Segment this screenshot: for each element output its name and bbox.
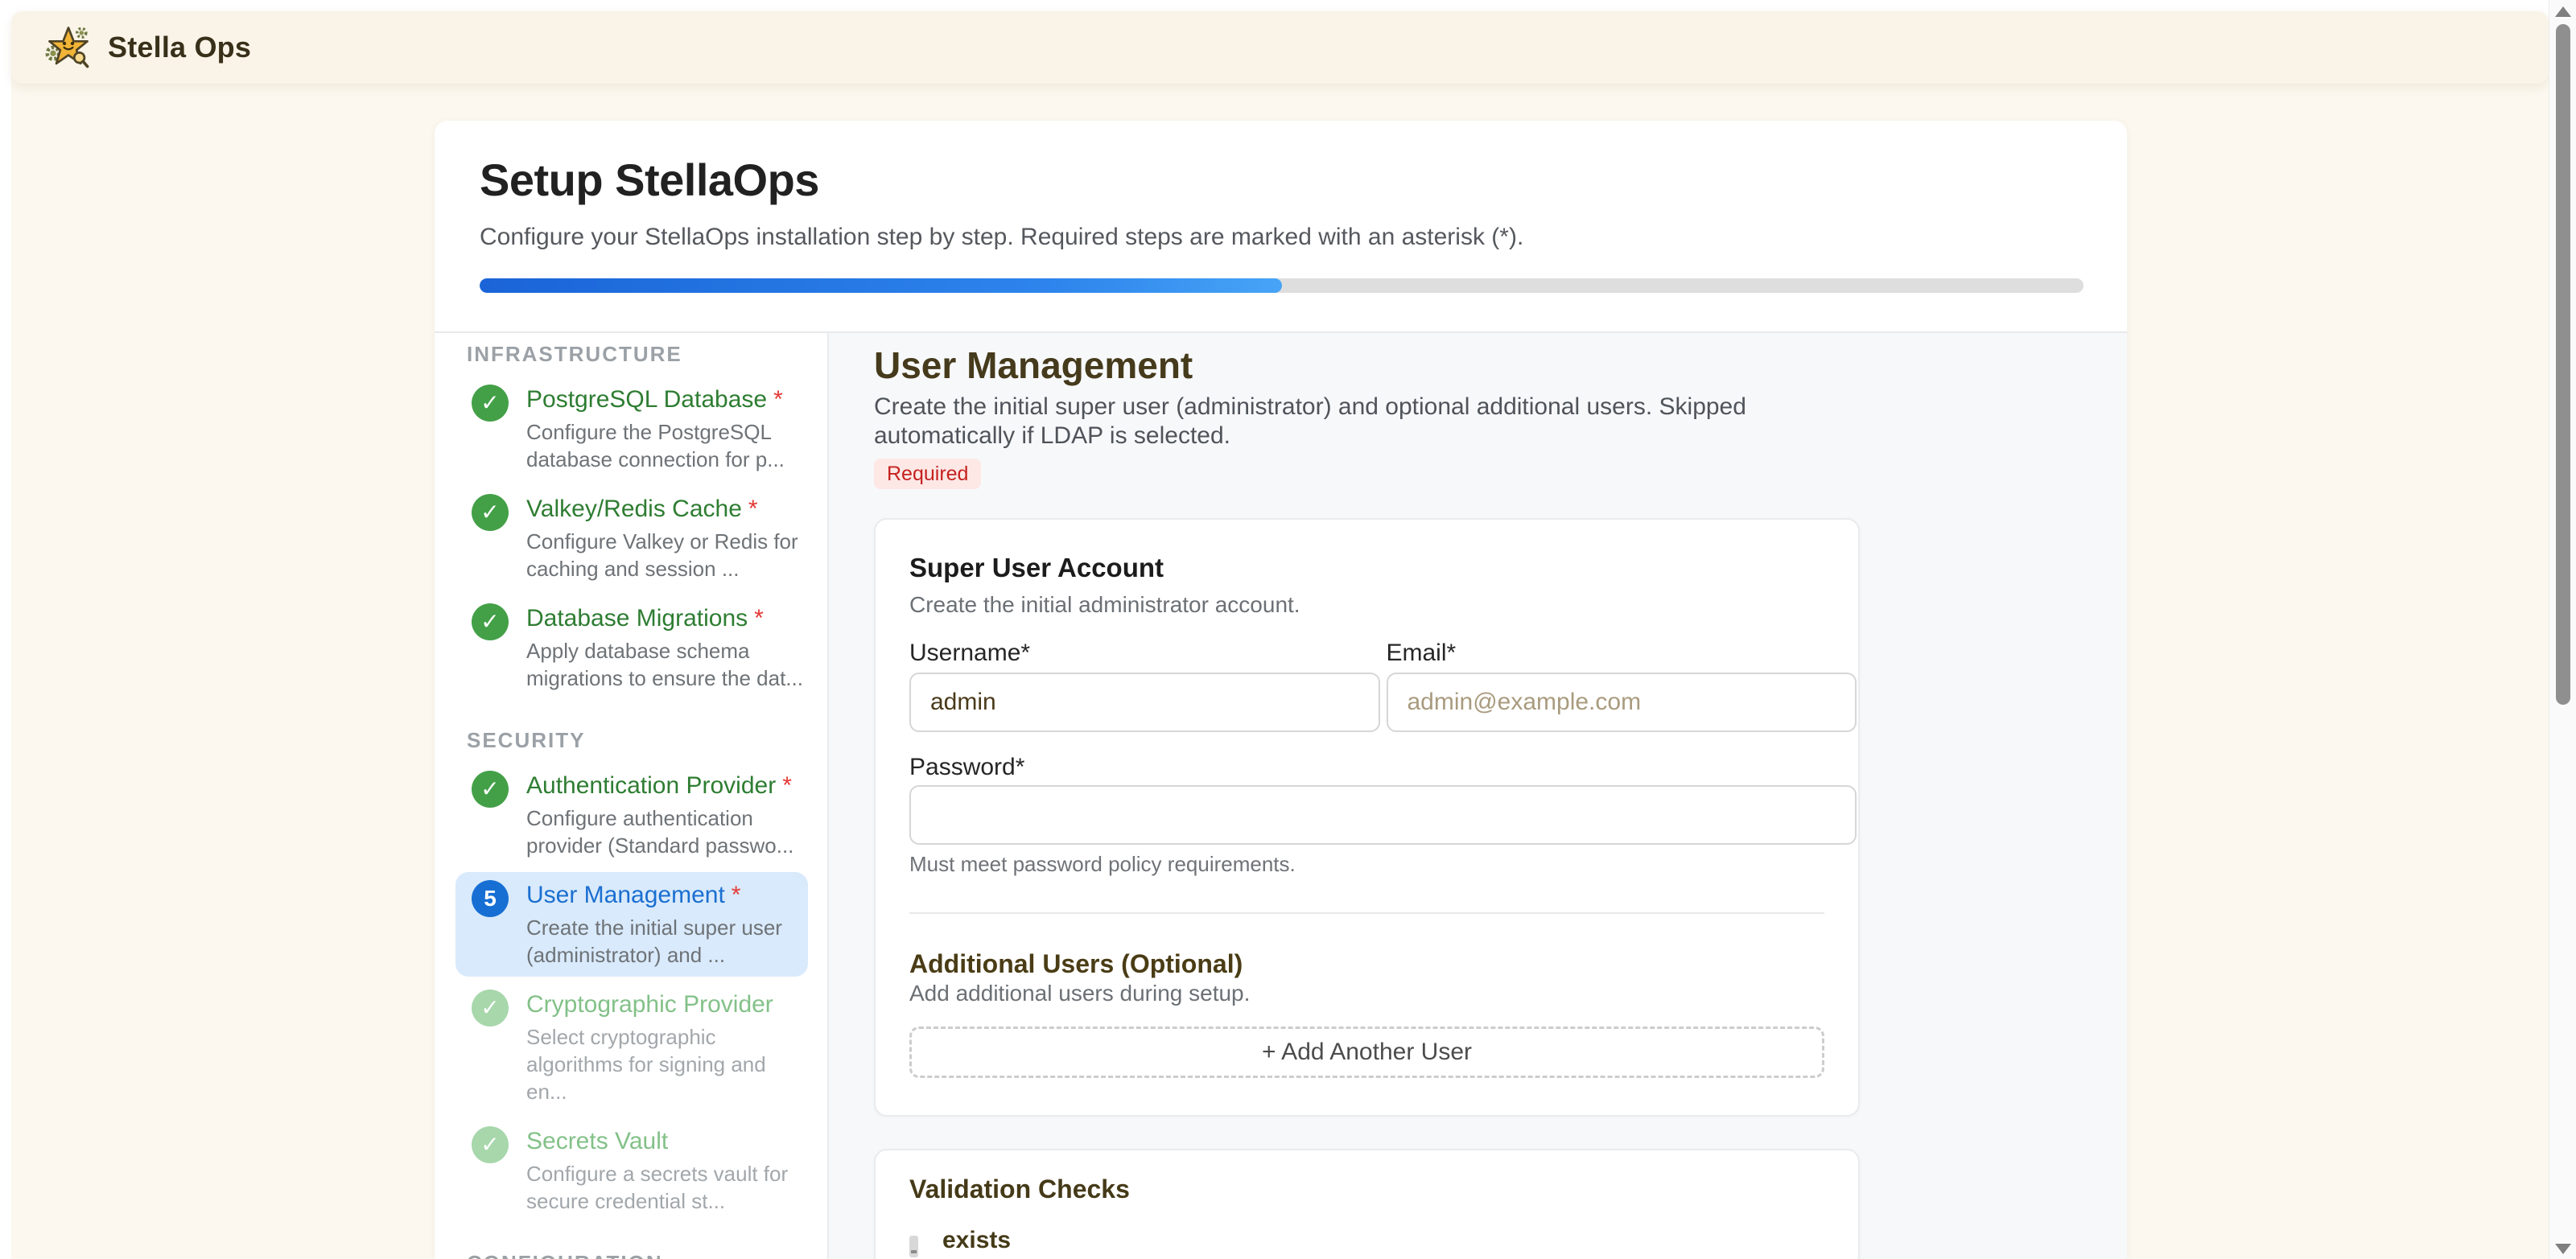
step-content-panel: User Management Create the initial super…: [829, 333, 2127, 1259]
validation-card-title: Validation Checks: [909, 1173, 1824, 1205]
step-title: Database Migrations*: [526, 605, 764, 632]
required-asterisk: *: [748, 496, 758, 522]
step-skipped-icon: ✓: [472, 1126, 509, 1163]
section-divider: [909, 912, 1824, 914]
setup-progress-bar: [480, 278, 2083, 293]
vertical-scrollbar[interactable]: [2549, 0, 2576, 1259]
super-user-account-card: Super User Account Create the initial ad…: [874, 518, 1860, 1117]
email-input[interactable]: [1387, 673, 1857, 732]
step-skipped-icon: ✓: [472, 990, 509, 1027]
step-description-text: Create the initial super user (administr…: [874, 393, 1759, 451]
username-label: Username*: [909, 639, 1380, 668]
email-label: Email*: [1387, 639, 1857, 668]
sidebar-item-cryptographic-provider[interactable]: ✓ Cryptographic Provider Select cryptogr…: [455, 981, 808, 1113]
step-completed-icon: ✓: [472, 771, 509, 808]
password-helper-text: Must meet password policy requirements.: [909, 851, 1824, 877]
step-title: PostgreSQL Database*: [526, 386, 783, 413]
add-another-user-button[interactable]: + Add Another User: [909, 1027, 1824, 1078]
stella-ops-logo-icon: [45, 24, 92, 71]
page-title: Setup StellaOps: [480, 154, 2083, 206]
step-description: Configure Valkey or Redis for caching an…: [526, 528, 803, 582]
scrollbar-up-arrow-icon[interactable]: [2555, 6, 2571, 17]
password-label: Password*: [909, 753, 1824, 782]
username-input[interactable]: [909, 673, 1380, 732]
step-title: Authentication Provider*: [526, 772, 792, 799]
step-title: Cryptographic Provider: [526, 991, 773, 1018]
password-input[interactable]: [909, 785, 1857, 845]
additional-users-heading: Additional Users (Optional): [909, 948, 1824, 980]
section-label-security: SECURITY: [467, 727, 808, 753]
page-subtitle: Configure your StellaOps installation st…: [480, 222, 2083, 253]
step-description: Configure a secrets vault for secure cre…: [526, 1160, 803, 1215]
required-asterisk: *: [782, 772, 792, 799]
step-title: Secrets Vault: [526, 1128, 668, 1154]
steps-sidebar: INFRASTRUCTURE ✓ PostgreSQL Database* Co…: [435, 333, 829, 1259]
scrollbar-thumb[interactable]: [2556, 24, 2570, 705]
section-label-configuration: CONFIGURATION: [467, 1250, 808, 1259]
progress-fill: [480, 278, 1282, 293]
required-badge: Required: [874, 459, 981, 489]
step-description: Select cryptographic algorithms for sign…: [526, 1023, 803, 1105]
section-label-infrastructure: INFRASTRUCTURE: [467, 341, 808, 367]
check-name: exists: [942, 1228, 1075, 1253]
step-completed-icon: ✓: [472, 385, 509, 422]
step-title: User Management*: [526, 882, 740, 908]
card-subtitle: Create the initial administrator account…: [909, 592, 1824, 618]
card-title: Super User Account: [909, 552, 1824, 584]
step-completed-icon: ✓: [472, 603, 509, 640]
sidebar-item-secrets-vault[interactable]: ✓ Secrets Vault Configure a secrets vaul…: [455, 1118, 808, 1223]
brand-title: Stella Ops: [108, 31, 251, 64]
step-completed-icon: ✓: [472, 494, 509, 531]
step-description: Configure the PostgreSQL database connec…: [526, 418, 803, 473]
step-title: Valkey/Redis Cache*: [526, 496, 758, 522]
validation-checks-card: Validation Checks exists Check passed: [874, 1149, 1860, 1259]
required-asterisk: *: [754, 605, 764, 632]
sidebar-item-user-management[interactable]: 5 User Management* Create the initial su…: [455, 872, 808, 977]
step-description: Create the initial super user (administr…: [526, 914, 803, 969]
required-asterisk: *: [732, 882, 741, 908]
additional-users-subtitle: Add additional users during setup.: [909, 980, 1824, 1007]
sidebar-item-authentication-provider[interactable]: ✓ Authentication Provider* Configure aut…: [455, 763, 808, 867]
setup-card-header: Setup StellaOps Configure your StellaOps…: [435, 121, 2127, 293]
required-asterisk: *: [773, 386, 783, 413]
step-number-badge: 5: [472, 880, 509, 917]
validation-check-row: exists Check passed: [909, 1228, 1824, 1259]
sidebar-item-postgresql-database[interactable]: ✓ PostgreSQL Database* Configure the Pos…: [455, 376, 808, 481]
top-header-bar: Stella Ops: [11, 11, 2549, 84]
sidebar-item-valkey-redis-cache[interactable]: ✓ Valkey/Redis Cache* Configure Valkey o…: [455, 486, 808, 590]
step-heading: User Management: [874, 341, 2127, 389]
check-status-icon: [909, 1236, 918, 1257]
scrollbar-down-arrow-icon[interactable]: [2555, 1244, 2571, 1254]
step-description: Apply database schema migrations to ensu…: [526, 637, 803, 692]
setup-wizard-app: Stella Ops Setup StellaOps Configure you…: [0, 0, 2576, 1259]
setup-card: Setup StellaOps Configure your StellaOps…: [435, 121, 2127, 1259]
step-description: Configure authentication provider (Stand…: [526, 804, 803, 859]
sidebar-item-database-migrations[interactable]: ✓ Database Migrations* Apply database sc…: [455, 595, 808, 700]
